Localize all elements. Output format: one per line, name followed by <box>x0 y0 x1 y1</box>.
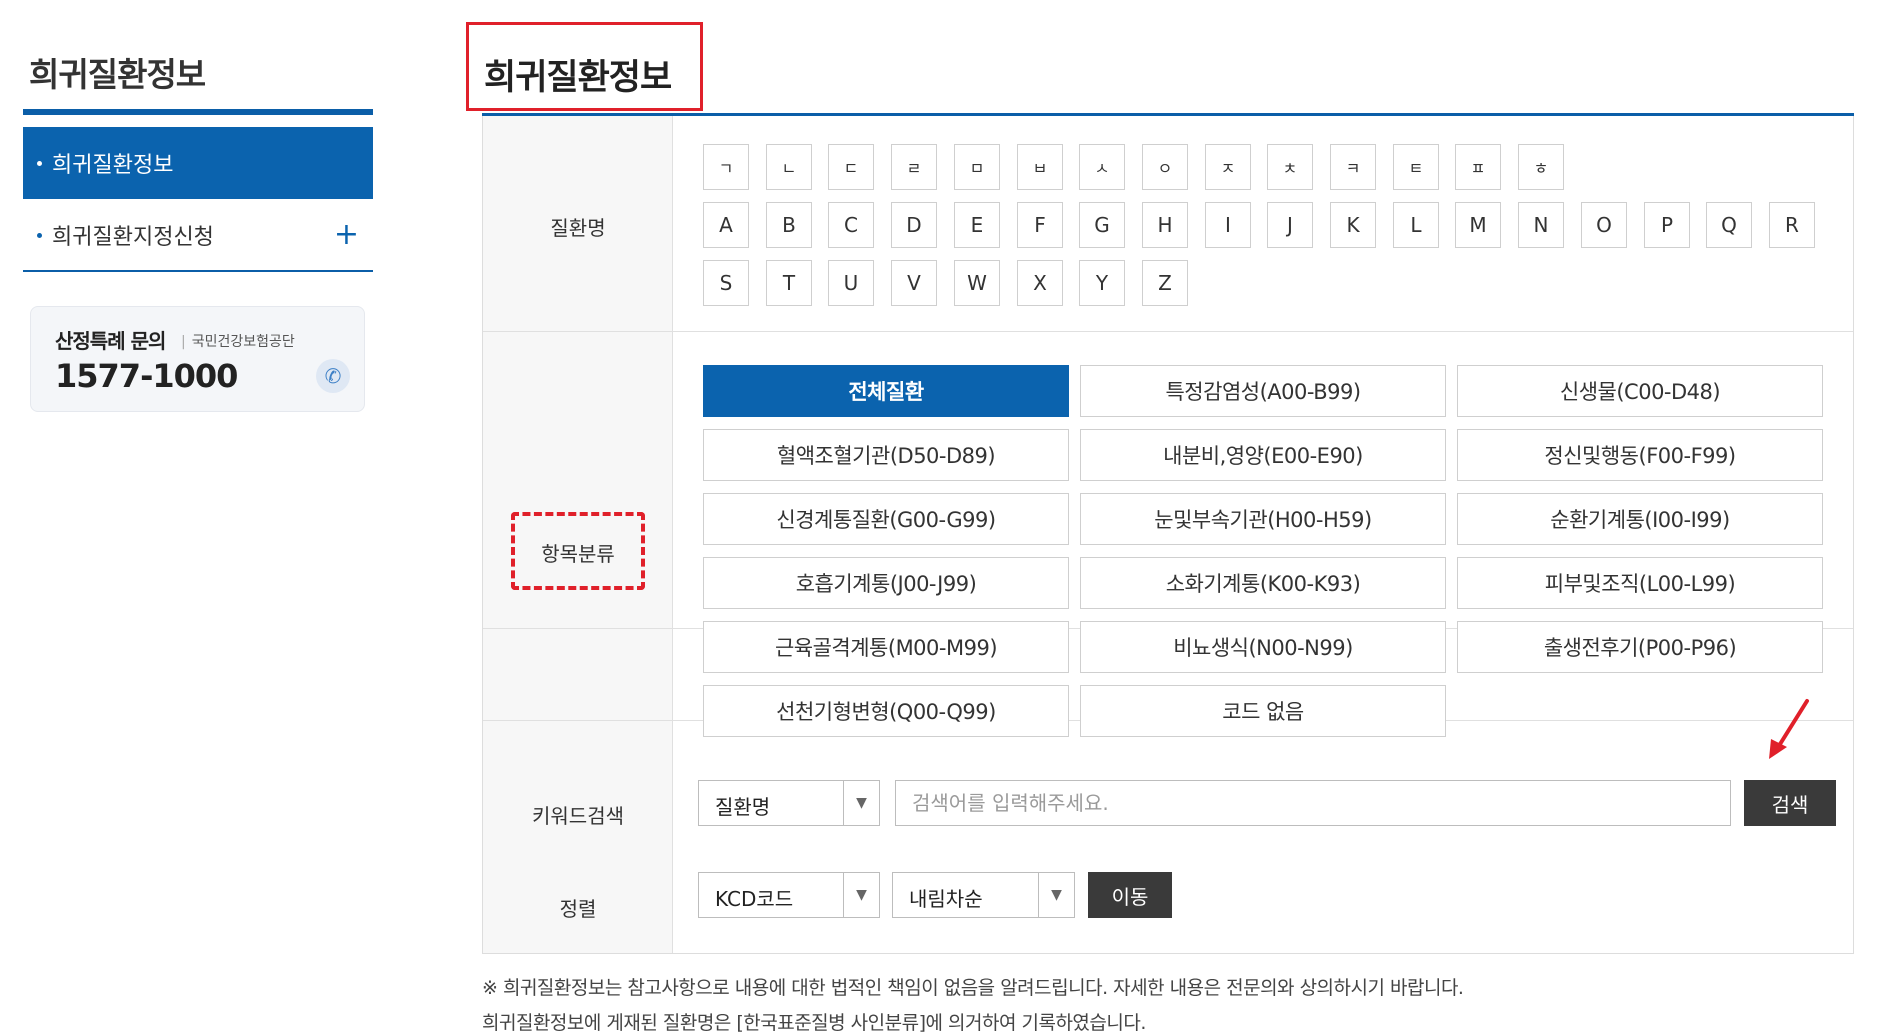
bullet-icon <box>37 160 42 166</box>
letter-button[interactable]: ㅂ <box>1017 144 1063 190</box>
letter-button[interactable]: N <box>1518 202 1564 248</box>
category-button[interactable]: 근육골격계통(M00-M99) <box>703 621 1069 673</box>
category-button[interactable]: 신생물(C00-D48) <box>1457 365 1823 417</box>
letter-button[interactable]: K <box>1330 202 1376 248</box>
letter-button[interactable]: W <box>954 260 1000 306</box>
letter-button[interactable]: ㅍ <box>1455 144 1501 190</box>
go-button[interactable]: 이동 <box>1088 872 1172 918</box>
letter-button[interactable]: J <box>1267 202 1313 248</box>
letter-button[interactable]: T <box>766 260 812 306</box>
letter-button[interactable]: A <box>703 202 749 248</box>
category-label: 항목분류 <box>541 542 615 566</box>
contact-box: 산정특례 문의 국민건강보험공단 1577-1000 ✆ <box>30 306 365 412</box>
letter-button[interactable]: G <box>1079 202 1125 248</box>
letter-button[interactable]: ㅌ <box>1393 144 1439 190</box>
chevron-down-icon[interactable]: ▼ <box>843 873 879 917</box>
sort-field-select[interactable]: KCD코드 ▼ <box>698 872 880 918</box>
letter-button[interactable]: X <box>1017 260 1063 306</box>
sidebar-item-label: 희귀질환정보 <box>52 153 174 178</box>
letter-button[interactable]: Q <box>1706 202 1752 248</box>
row-divider <box>483 331 1853 332</box>
phone-icon: ✆ <box>316 359 350 393</box>
letter-button[interactable]: ㄷ <box>828 144 874 190</box>
letter-button[interactable]: ㅋ <box>1330 144 1376 190</box>
plus-icon[interactable]: + <box>334 220 359 250</box>
letter-button[interactable]: ㄱ <box>703 144 749 190</box>
sort-label: 정렬 <box>559 897 597 921</box>
category-button[interactable]: 전체질환 <box>703 365 1069 417</box>
letter-button[interactable]: ㅎ <box>1518 144 1564 190</box>
category-button[interactable]: 피부및조직(L00-L99) <box>1457 557 1823 609</box>
contact-org: 국민건강보험공단 <box>181 331 295 351</box>
category-button[interactable]: 소화기계통(K00-K93) <box>1080 557 1446 609</box>
notice-disclaimer: ※ 희귀질환정보는 참고사항으로 내용에 대한 법적인 책임이 없음을 알려드립… <box>482 977 1464 999</box>
keyword-type-select[interactable]: 질환명 ▼ <box>698 780 880 826</box>
keyword-label: 키워드검색 <box>532 804 624 828</box>
letter-button[interactable]: H <box>1142 202 1188 248</box>
category-button[interactable]: 혈액조혈기관(D50-D89) <box>703 429 1069 481</box>
letter-button[interactable]: ㄹ <box>891 144 937 190</box>
category-button[interactable]: 신경계통질환(G00-G99) <box>703 493 1069 545</box>
sidebar-item-rare-disease-info[interactable]: 희귀질환정보 <box>23 127 373 199</box>
letter-button[interactable]: S <box>703 260 749 306</box>
contact-phone: 1577-1000 <box>55 357 238 395</box>
sidebar-item-label: 희귀질환지정신청 <box>52 225 214 250</box>
sidebar-title: 희귀질환정보 <box>29 55 206 94</box>
category-button[interactable]: 비뇨생식(N00-N99) <box>1080 621 1446 673</box>
letter-button[interactable]: B <box>766 202 812 248</box>
category-button[interactable]: 호흡기계통(J00-J99) <box>703 557 1069 609</box>
search-input[interactable] <box>895 780 1731 826</box>
sort-order-value: 내림차순 <box>909 887 983 911</box>
search-table: 질환명 항목분류 키워드검색 정렬 ㄱㄴㄷㄹㅁㅂㅅㅇㅈㅊㅋㅌㅍㅎ ABCDEFGH… <box>482 116 1854 954</box>
letter-button[interactable]: M <box>1455 202 1501 248</box>
letter-button[interactable]: ㅈ <box>1205 144 1251 190</box>
letter-button[interactable]: R <box>1769 202 1815 248</box>
category-button[interactable]: 정신및행동(F00-F99) <box>1457 429 1823 481</box>
chevron-down-icon[interactable]: ▼ <box>1038 873 1074 917</box>
letter-button[interactable]: ㅁ <box>954 144 1000 190</box>
letter-button[interactable]: C <box>828 202 874 248</box>
disease-name-label: 질환명 <box>550 216 606 240</box>
letter-button[interactable]: Z <box>1142 260 1188 306</box>
category-button[interactable]: 특정감염성(A00-B99) <box>1080 365 1446 417</box>
category-button[interactable]: 내분비,영양(E00-E90) <box>1080 429 1446 481</box>
letter-button[interactable]: V <box>891 260 937 306</box>
letter-button[interactable]: F <box>1017 202 1063 248</box>
page-title-highlight: 희귀질환정보 <box>466 22 703 111</box>
letter-button[interactable]: I <box>1205 202 1251 248</box>
letter-button[interactable]: O <box>1581 202 1627 248</box>
keyword-type-value: 질환명 <box>715 795 771 819</box>
letter-button[interactable]: D <box>891 202 937 248</box>
search-button[interactable]: 검색 <box>1744 780 1836 826</box>
category-button[interactable]: 순환기계통(I00-I99) <box>1457 493 1823 545</box>
arrow-annotation-icon <box>1769 699 1809 759</box>
category-button[interactable]: 코드 없음 <box>1080 685 1446 737</box>
letter-button[interactable]: ㅅ <box>1079 144 1125 190</box>
sort-field-value: KCD코드 <box>715 887 794 911</box>
letter-button[interactable]: P <box>1644 202 1690 248</box>
letter-button[interactable]: E <box>954 202 1000 248</box>
notice-classification: 희귀질환정보에 게재된 질환명은 [한국표준질병 사인분류]에 의거하여 기록하… <box>482 1012 1146 1034</box>
letter-button[interactable]: ㅇ <box>1142 144 1188 190</box>
bullet-icon <box>37 232 42 238</box>
sort-order-select[interactable]: 내림차순 ▼ <box>892 872 1075 918</box>
sidebar-item-rare-disease-application[interactable]: 희귀질환지정신청 + <box>23 200 373 272</box>
letter-button[interactable]: L <box>1393 202 1439 248</box>
letter-button[interactable]: U <box>828 260 874 306</box>
category-button[interactable]: 출생전후기(P00-P96) <box>1457 621 1823 673</box>
page-title: 희귀질환정보 <box>484 58 672 98</box>
letter-button[interactable]: ㅊ <box>1267 144 1313 190</box>
sidebar-divider <box>23 109 373 115</box>
category-button[interactable]: 선천기형변형(Q00-Q99) <box>703 685 1069 737</box>
letter-button[interactable]: Y <box>1079 260 1125 306</box>
chevron-down-icon[interactable]: ▼ <box>843 781 879 825</box>
letter-button[interactable]: ㄴ <box>766 144 812 190</box>
category-button[interactable]: 눈및부속기관(H00-H59) <box>1080 493 1446 545</box>
contact-title: 산정특례 문의 <box>55 329 166 353</box>
